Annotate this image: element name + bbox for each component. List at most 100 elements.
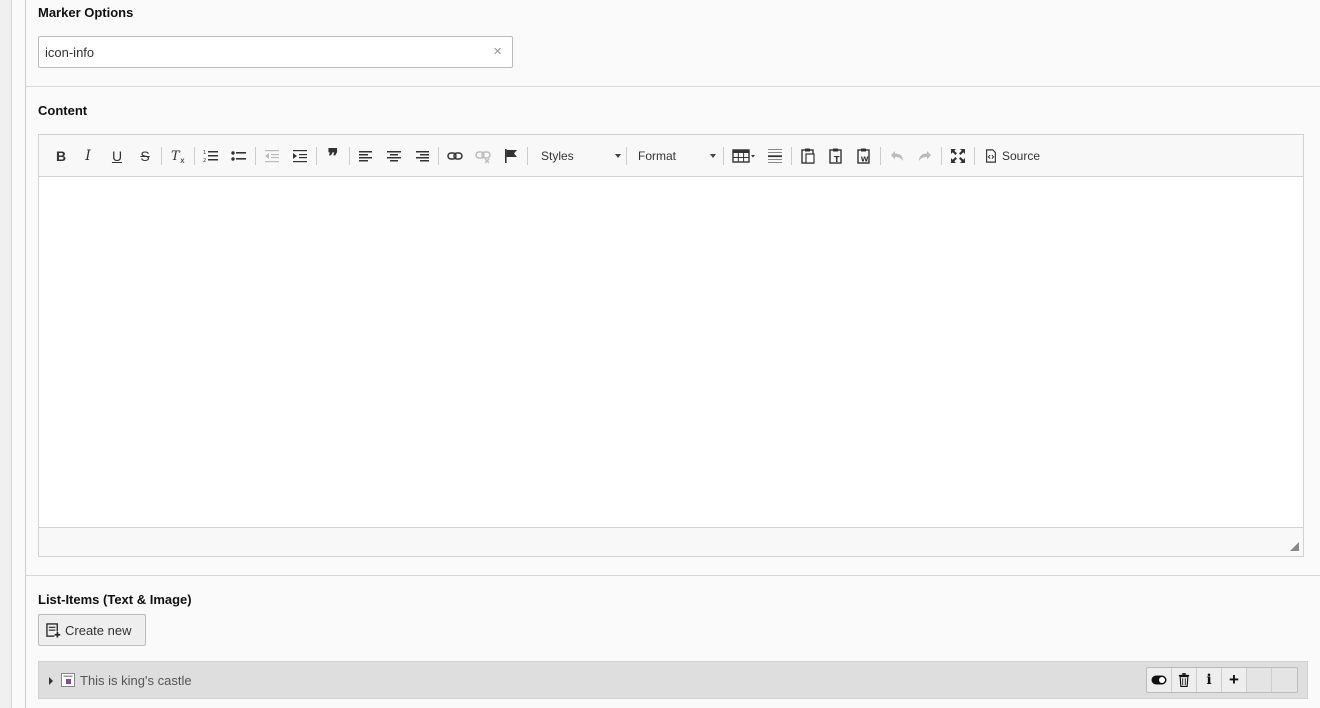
underline-button[interactable]: U	[107, 146, 127, 166]
svg-text:2: 2	[203, 158, 206, 164]
toolbar-separator	[723, 147, 724, 165]
redo-icon	[919, 151, 931, 161]
add-record-icon	[46, 622, 61, 638]
maximize-button[interactable]	[948, 146, 968, 166]
move-up-button[interactable]	[1247, 668, 1272, 692]
align-left-button[interactable]	[356, 146, 376, 166]
undo-button[interactable]	[887, 146, 907, 166]
editor-content-area[interactable]	[39, 177, 1303, 527]
format-dropdown-label: Format	[638, 149, 677, 163]
section-divider	[26, 575, 1320, 576]
expand-caret-icon[interactable]	[49, 677, 53, 685]
create-new-button[interactable]: Create new	[38, 614, 146, 646]
toolbar-separator	[438, 147, 439, 165]
source-button-label: Source	[1002, 149, 1041, 163]
toolbar-separator	[974, 147, 975, 165]
list-items-label: List-Items (Text & Image)	[38, 592, 192, 607]
italic-button[interactable]: I	[78, 146, 98, 166]
toolbar-separator	[349, 147, 350, 165]
toolbar-separator	[316, 147, 317, 165]
indent-icon	[293, 150, 307, 163]
unlink-icon	[475, 151, 491, 164]
list-item-actions: i +	[1146, 667, 1298, 693]
marker-options-input[interactable]	[39, 37, 479, 67]
bullet-list-icon	[231, 151, 246, 161]
add-after-button[interactable]: +	[1222, 668, 1247, 692]
paste-button[interactable]	[798, 146, 818, 166]
toolbar-separator	[626, 147, 627, 165]
paste-icon	[801, 148, 815, 164]
paste-word-button[interactable]: W	[854, 146, 874, 166]
align-center-button[interactable]	[384, 146, 404, 166]
toolbar-separator	[255, 147, 256, 165]
remove-format-button[interactable]: Tx	[168, 146, 188, 166]
table-button[interactable]	[730, 146, 758, 166]
delete-button[interactable]	[1172, 668, 1197, 692]
maximize-icon	[951, 149, 965, 163]
align-left-icon	[359, 151, 372, 162]
paste-text-button[interactable]: T	[826, 146, 846, 166]
styles-dropdown-label: Styles	[541, 149, 574, 163]
content-element-icon	[61, 673, 75, 687]
toolbar-separator	[941, 147, 942, 165]
align-right-button[interactable]	[412, 146, 432, 166]
remove-format-icon: Tx	[171, 149, 185, 164]
section-divider	[26, 86, 1320, 87]
rich-text-editor: B I U S Tx 12 ❞ Styles Format T W Source	[38, 134, 1304, 557]
styles-dropdown[interactable]: Styles	[541, 146, 621, 166]
align-right-icon	[416, 151, 429, 162]
create-new-label: Create new	[65, 622, 132, 638]
list-item[interactable]: This is king's castle i +	[38, 661, 1308, 699]
info-button[interactable]: i	[1197, 668, 1222, 692]
toggle-visibility-button[interactable]	[1147, 668, 1172, 692]
toggle-icon	[1151, 675, 1167, 685]
blockquote-button[interactable]: ❞	[323, 144, 343, 168]
toolbar-separator	[161, 147, 162, 165]
align-center-icon	[387, 151, 401, 162]
unlink-button[interactable]	[473, 146, 493, 166]
toolbar-separator	[880, 147, 881, 165]
svg-text:1: 1	[203, 150, 206, 156]
content-label: Content	[38, 103, 88, 118]
editor-toolbar: B I U S Tx 12 ❞ Styles Format T W Source	[39, 135, 1303, 177]
toolbar-separator	[527, 147, 528, 165]
format-dropdown[interactable]: Format	[638, 146, 716, 166]
list-item-title: This is king's castle	[80, 673, 192, 688]
plus-icon: +	[1229, 670, 1239, 689]
table-icon	[732, 149, 755, 163]
horizontal-rule-button[interactable]	[765, 146, 785, 166]
outdent-icon	[265, 150, 279, 163]
numbered-list-button[interactable]: 12	[201, 146, 221, 166]
svg-text:T: T	[834, 155, 840, 164]
undo-icon	[891, 151, 903, 161]
source-icon	[986, 149, 996, 163]
strikethrough-button[interactable]: S	[135, 146, 155, 166]
marker-options-field[interactable]: ×	[38, 36, 513, 68]
svg-text:x: x	[180, 156, 185, 164]
paste-text-icon: T	[829, 148, 842, 164]
link-button[interactable]	[445, 146, 465, 166]
left-gutter	[0, 0, 12, 708]
paste-word-icon: W	[857, 148, 870, 164]
editor-statusbar	[39, 527, 1303, 556]
horizontal-rule-icon	[768, 149, 782, 163]
flag-icon	[505, 149, 517, 163]
redo-button[interactable]	[915, 146, 935, 166]
bullet-list-button[interactable]	[229, 146, 249, 166]
marker-options-label: Marker Options	[38, 5, 134, 20]
chevron-down-icon	[615, 154, 621, 158]
bold-button[interactable]: B	[51, 146, 71, 166]
chevron-down-icon	[710, 154, 716, 158]
move-down-button[interactable]	[1272, 668, 1297, 692]
svg-text:W: W	[861, 156, 869, 164]
trash-icon	[1178, 673, 1190, 687]
clear-icon[interactable]: ×	[493, 44, 502, 60]
info-icon: i	[1206, 672, 1212, 688]
outdent-button[interactable]	[262, 146, 282, 166]
link-icon	[447, 152, 463, 160]
source-button[interactable]: Source	[984, 146, 1049, 166]
indent-button[interactable]	[290, 146, 310, 166]
numbered-list-icon: 12	[203, 150, 218, 164]
anchor-button[interactable]	[501, 146, 521, 166]
resize-handle-icon[interactable]	[1290, 542, 1299, 551]
